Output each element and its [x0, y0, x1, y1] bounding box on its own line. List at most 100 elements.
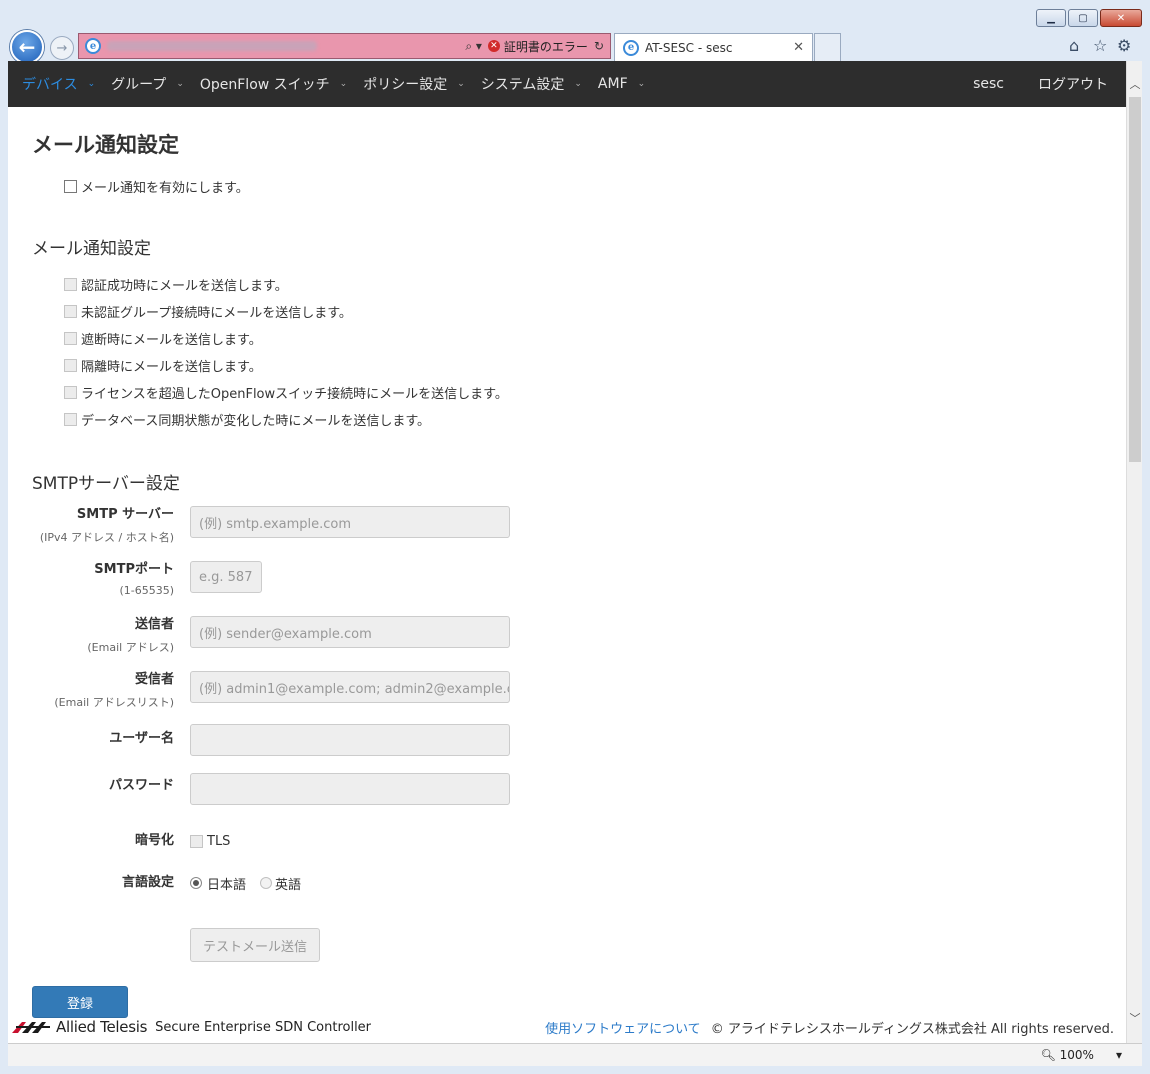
- notify-option-label: 隔離時にメールを送信します。: [81, 360, 262, 375]
- minimize-button[interactable]: ▁: [1036, 9, 1066, 27]
- allied-telesis-logo-icon: [12, 1022, 50, 1033]
- nav-system-label: システム設定: [480, 77, 565, 93]
- logout-link[interactable]: ログアウト: [1026, 61, 1120, 107]
- nav-right: sesc ログアウト: [961, 61, 1120, 107]
- close-window-button[interactable]: ✕: [1100, 9, 1142, 27]
- notify-option-label: データベース同期状態が変化した時にメールを送信します。: [81, 414, 431, 429]
- password-input[interactable]: [190, 773, 510, 805]
- scroll-up-icon[interactable]: ︿: [1127, 75, 1143, 93]
- notify-option-label: 認証成功時にメールを送信します。: [81, 279, 288, 294]
- smtp-server-input[interactable]: (例) smtp.example.com: [190, 506, 510, 538]
- nav-openflow-switch[interactable]: OpenFlow スイッチ ⌄: [192, 61, 355, 107]
- close-tab-icon[interactable]: ✕: [793, 40, 804, 55]
- refresh-icon[interactable]: ↻: [594, 39, 604, 53]
- smtp-server-row: SMTP サーバー (IPv4 アドレス / ホスト名) (例) smtp.ex…: [32, 506, 1102, 561]
- page-viewport: デバイス ⌄ グループ ⌄ OpenFlow スイッチ ⌄ ポリシー設定 ⌄ シ…: [8, 61, 1126, 1043]
- recipient-input[interactable]: (例) admin1@example.com; admin2@example.c…: [190, 671, 510, 703]
- username-label: ユーザー名: [109, 731, 174, 746]
- smtp-server-label: SMTP サーバー: [76, 507, 174, 522]
- new-tab-button[interactable]: [814, 33, 841, 61]
- notify-option-row: ライセンスを超過したOpenFlowスイッチ接続時にメールを送信します。: [64, 379, 1102, 406]
- notify-heading: メール通知設定: [32, 239, 151, 259]
- recipient-row: 受信者 (Email アドレスリスト) (例) admin1@example.c…: [32, 671, 1102, 724]
- language-japanese-radio[interactable]: [190, 877, 202, 889]
- username-input[interactable]: [190, 724, 510, 756]
- test-mail-button[interactable]: テストメール送信: [190, 928, 321, 962]
- zoom-icon: 🔍︎: [1040, 1048, 1056, 1062]
- ie-tab-icon: e: [623, 39, 639, 56]
- sender-label-group: 送信者 (Email アドレス): [32, 616, 190, 655]
- zoom-dropdown-icon[interactable]: ▾: [1116, 1048, 1122, 1062]
- browser-tab[interactable]: e AT-SESC - sesc ✕: [614, 33, 813, 61]
- search-icon[interactable]: ⌕ ▾: [465, 39, 482, 54]
- enable-notification-checkbox[interactable]: [64, 180, 77, 193]
- browser-status-bar: 🔍︎ 100% ▾: [8, 1043, 1142, 1066]
- notify-option-row: 認証成功時にメールを送信します。: [64, 271, 1102, 298]
- home-icon[interactable]: ⌂: [1069, 36, 1079, 55]
- ie-page-icon: e: [85, 38, 101, 54]
- tls-checkbox[interactable]: [190, 834, 203, 848]
- notify-option-checkbox[interactable]: [64, 278, 77, 291]
- redacted-url: [107, 40, 459, 52]
- nav-devices[interactable]: デバイス ⌄: [14, 61, 103, 107]
- username-label-group: ユーザー名: [32, 724, 190, 748]
- sender-hint: (Email アドレス): [87, 641, 174, 654]
- software-info-link[interactable]: 使用ソフトウェアについて: [545, 1018, 701, 1037]
- chevron-down-icon: ⌄: [637, 79, 646, 89]
- sender-label: 送信者: [134, 617, 174, 632]
- recipient-label-group: 受信者 (Email アドレスリスト): [32, 671, 190, 710]
- nav-user[interactable]: sesc: [961, 61, 1016, 107]
- notify-option-row: 隔離時にメールを送信します。: [64, 352, 1102, 379]
- zoom-control[interactable]: 🔍︎ 100%: [1041, 1048, 1094, 1062]
- scroll-down-icon[interactable]: ﹀: [1127, 1009, 1143, 1027]
- chevron-down-icon: ⌄: [574, 79, 582, 89]
- language-label-group: 言語設定: [32, 874, 190, 892]
- window-controls: ▁ ▢ ✕: [1036, 9, 1142, 27]
- notify-option-checkbox[interactable]: [64, 359, 77, 372]
- encryption-row: 暗号化 TLS: [32, 820, 1102, 862]
- nav-groups[interactable]: グループ ⌄: [103, 61, 192, 107]
- smtp-port-input[interactable]: e.g. 587: [190, 561, 262, 593]
- chevron-down-icon: ⌄: [339, 79, 348, 89]
- scrollbar-thumb[interactable]: [1129, 97, 1141, 462]
- certificate-error[interactable]: ✕ 証明書のエラー: [487, 38, 588, 55]
- browser-toolbar: ← → e ⌕ ▾ ✕ 証明書のエラー ↻ e AT-SESC - sesc ✕…: [0, 28, 1150, 64]
- enable-notification-row: メール通知を有効にします。: [64, 173, 1102, 200]
- nav-openflow-label: OpenFlow スイッチ: [199, 77, 330, 93]
- notify-option-checkbox[interactable]: [64, 386, 77, 399]
- notify-option-checkbox[interactable]: [64, 413, 77, 426]
- notify-option-label: ライセンスを超過したOpenFlowスイッチ接続時にメールを送信します。: [81, 387, 508, 402]
- nav-amf-label: AMF: [597, 76, 628, 92]
- nav-amf[interactable]: AMF ⌄: [590, 61, 653, 107]
- nav-system[interactable]: システム設定 ⌄: [473, 61, 590, 107]
- nav-policy[interactable]: ポリシー設定 ⌄: [355, 61, 473, 107]
- address-bar[interactable]: e ⌕ ▾ ✕ 証明書のエラー ↻: [78, 33, 611, 59]
- forward-button[interactable]: →: [50, 36, 74, 60]
- notify-option-label: 未認証グループ接続時にメールを送信します。: [81, 306, 352, 321]
- smtp-port-hint: (1-65535): [119, 584, 174, 597]
- language-english-label: 英語: [275, 877, 302, 893]
- maximize-button[interactable]: ▢: [1068, 9, 1098, 27]
- footer-right: 使用ソフトウェアについて © アライドテレシスホールディングス株式会社 All …: [545, 1018, 1114, 1037]
- product-name: Secure Enterprise SDN Controller: [155, 1019, 372, 1035]
- enable-notification-label: メール通知を有効にします。: [81, 181, 249, 196]
- chevron-down-icon: ⌄: [457, 79, 465, 89]
- back-button[interactable]: ←: [10, 30, 44, 64]
- password-row: パスワード: [32, 773, 1102, 820]
- vertical-scrollbar[interactable]: ︿ ﹀: [1126, 61, 1142, 1043]
- notify-option-checkbox[interactable]: [64, 332, 77, 345]
- language-japanese-label: 日本語: [207, 877, 247, 893]
- smtp-port-row: SMTPポート (1-65535) e.g. 587: [32, 561, 1102, 616]
- tools-gear-icon[interactable]: ⚙: [1117, 36, 1131, 55]
- copyright-text: © アライドテレシスホールディングス株式会社 All rights reserv…: [710, 1021, 1114, 1037]
- smtp-port-label-group: SMTPポート (1-65535): [32, 561, 190, 597]
- tls-label: TLS: [207, 833, 231, 849]
- test-mail-row: テストメール送信: [32, 904, 1102, 962]
- favorites-star-icon[interactable]: ☆: [1093, 36, 1107, 55]
- page-title: メール通知設定: [32, 133, 179, 157]
- smtp-server-label-group: SMTP サーバー (IPv4 アドレス / ホスト名): [32, 506, 190, 545]
- nav-groups-label: グループ: [111, 77, 167, 93]
- language-english-radio[interactable]: [260, 877, 273, 889]
- notify-option-checkbox[interactable]: [64, 305, 77, 318]
- sender-input[interactable]: (例) sender@example.com: [190, 616, 510, 648]
